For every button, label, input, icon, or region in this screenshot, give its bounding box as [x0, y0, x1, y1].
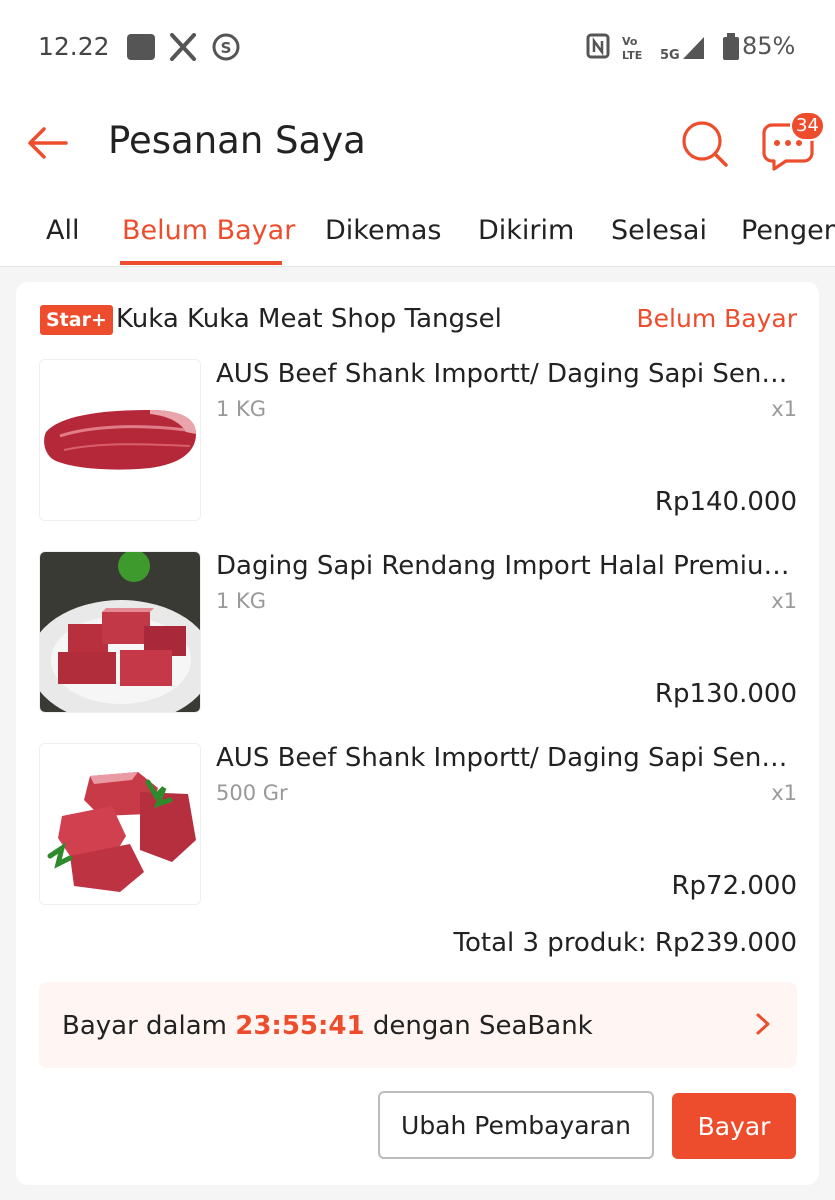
order-card[interactable]: Star+ Kuka Kuka Meat Shop Tangsel Belum … [16, 282, 819, 1185]
shopeepay-icon: S [212, 33, 240, 65]
svg-text:Vo: Vo [622, 35, 638, 48]
tab-belum-bayar[interactable]: Belum Bayar [122, 215, 295, 246]
star-plus-badge: Star+ [40, 305, 113, 335]
active-tab-indicator [120, 261, 282, 265]
product-item[interactable]: AUS Beef Shank Importt/ Daging Sapi Seng… [16, 359, 819, 524]
product-quantity: x1 [771, 397, 797, 421]
order-tabs: All Belum Bayar Dikemas Dikirim Selesai … [0, 195, 835, 267]
product-item[interactable]: AUS Beef Shank Importt/ Daging Sapi Seng… [16, 743, 819, 908]
search-icon[interactable] [680, 119, 730, 169]
tab-pengembalian[interactable]: Pengem [741, 215, 835, 246]
payment-countdown: 23:55:41 [235, 1011, 365, 1041]
product-variant: 1 KG [216, 589, 267, 613]
network-label: 5G [660, 48, 680, 61]
product-variant: 500 Gr [216, 781, 288, 805]
pay-button[interactable]: Bayar [672, 1093, 796, 1159]
signal-icon: 5G [660, 33, 706, 65]
product-name: AUS Beef Shank Importt/ Daging Sapi Seng… [216, 359, 798, 389]
page-title: Pesanan Saya [108, 119, 366, 162]
nfc-icon [586, 33, 610, 63]
product-name: AUS Beef Shank Importt/ Daging Sapi Seng… [216, 743, 798, 773]
payment-deadline-banner[interactable]: Bayar dalam 23:55:41 dengan SeaBank [39, 982, 797, 1068]
chat-unread-badge: 34 [790, 111, 825, 141]
product-image [39, 359, 201, 521]
order-status: Belum Bayar [636, 304, 798, 333]
tab-dikemas[interactable]: Dikemas [325, 215, 442, 246]
product-quantity: x1 [771, 781, 797, 805]
svg-text:S: S [221, 39, 232, 57]
payment-deadline-text: Bayar dalam 23:55:41 dengan SeaBank [62, 1011, 593, 1041]
payment-method: dengan SeaBank [372, 1011, 593, 1041]
product-name: Daging Sapi Rendang Import Halal Premium… [216, 551, 798, 581]
product-price: Rp72.000 [671, 871, 797, 901]
product-image [39, 551, 201, 713]
shop-name[interactable]: Kuka Kuka Meat Shop Tangsel [116, 304, 502, 334]
battery-icon [722, 33, 740, 65]
tab-dikirim[interactable]: Dikirim [478, 215, 574, 246]
volte-icon: Vo LTE [622, 33, 650, 65]
x-app-icon [169, 33, 197, 65]
status-time: 12.22 [38, 32, 110, 61]
change-payment-button[interactable]: Ubah Pembayaran [378, 1091, 654, 1159]
product-image [39, 743, 201, 905]
payment-prefix: Bayar dalam [62, 1011, 227, 1041]
app-header: Pesanan Saya [0, 95, 835, 195]
chevron-right-icon [755, 1012, 771, 1036]
product-variant: 1 KG [216, 397, 267, 421]
tab-all[interactable]: All [46, 215, 79, 246]
product-price: Rp140.000 [654, 487, 797, 517]
product-item[interactable]: Daging Sapi Rendang Import Halal Premium… [16, 551, 819, 716]
status-bar: 12.22 S Vo LTE 5G 85% [0, 0, 835, 95]
app-notification-icon [126, 33, 156, 65]
svg-text:LTE: LTE [622, 49, 642, 61]
product-price: Rp130.000 [654, 679, 797, 709]
back-arrow-icon[interactable] [24, 119, 72, 167]
product-quantity: x1 [771, 589, 797, 613]
order-total: Total 3 produk: Rp239.000 [453, 928, 797, 958]
battery-level: 85% [742, 32, 796, 60]
tab-selesai[interactable]: Selesai [611, 215, 707, 246]
